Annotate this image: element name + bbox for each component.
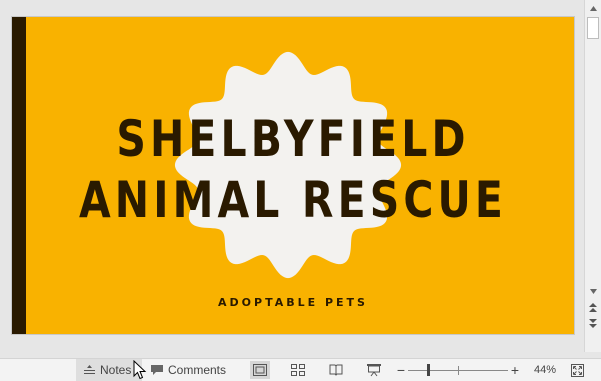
slide-title[interactable]: SHELBYFIELD ANIMAL RESCUE [63,109,524,231]
notes-icon [84,365,95,374]
scroll-thumb[interactable] [587,17,599,39]
normal-view-icon [253,364,267,376]
slide-sorter-icon [291,364,305,376]
slide-show-button[interactable] [364,361,384,379]
zoom-slider-thumb[interactable] [427,364,430,376]
previous-slide-button[interactable] [587,302,599,316]
comment-icon [151,364,163,375]
status-bar: Notes Comments − + 44% [0,358,601,381]
slide-editor[interactable]: SHELBYFIELD ANIMAL RESCUE ADOPTABLE PETS [0,0,584,352]
slide-canvas[interactable]: SHELBYFIELD ANIMAL RESCUE ADOPTABLE PETS [12,17,574,334]
slide-sorter-button[interactable] [288,361,308,379]
next-slide-button[interactable] [587,318,599,332]
triangle-up-icon [589,6,597,11]
slide-accent-bar [12,17,26,334]
scroll-up-button[interactable] [586,1,600,16]
notes-label: Notes [100,363,132,377]
vertical-scrollbar[interactable] [584,0,601,352]
slide-subtitle[interactable]: ADOPTABLE PETS [12,296,574,309]
scroll-down-button[interactable] [586,284,600,299]
reading-view-button[interactable] [326,361,346,379]
double-chevron-up-icon [589,303,597,312]
zoom-out-button[interactable]: − [396,359,406,381]
zoom-percentage[interactable]: 44% [534,359,556,381]
fit-to-window-icon [570,363,584,377]
zoom-slider-midpoint [458,366,459,375]
mouse-pointer-icon [133,360,147,380]
comments-label: Comments [168,363,227,377]
triangle-down-icon [589,289,597,294]
reading-view-icon [329,364,343,376]
normal-view-button[interactable] [250,361,270,379]
slide-show-icon [367,363,381,376]
fit-to-window-button[interactable] [569,361,585,379]
comments-button[interactable]: Comments [151,359,226,381]
double-chevron-down-icon [589,319,597,328]
zoom-in-button[interactable]: + [510,359,520,381]
